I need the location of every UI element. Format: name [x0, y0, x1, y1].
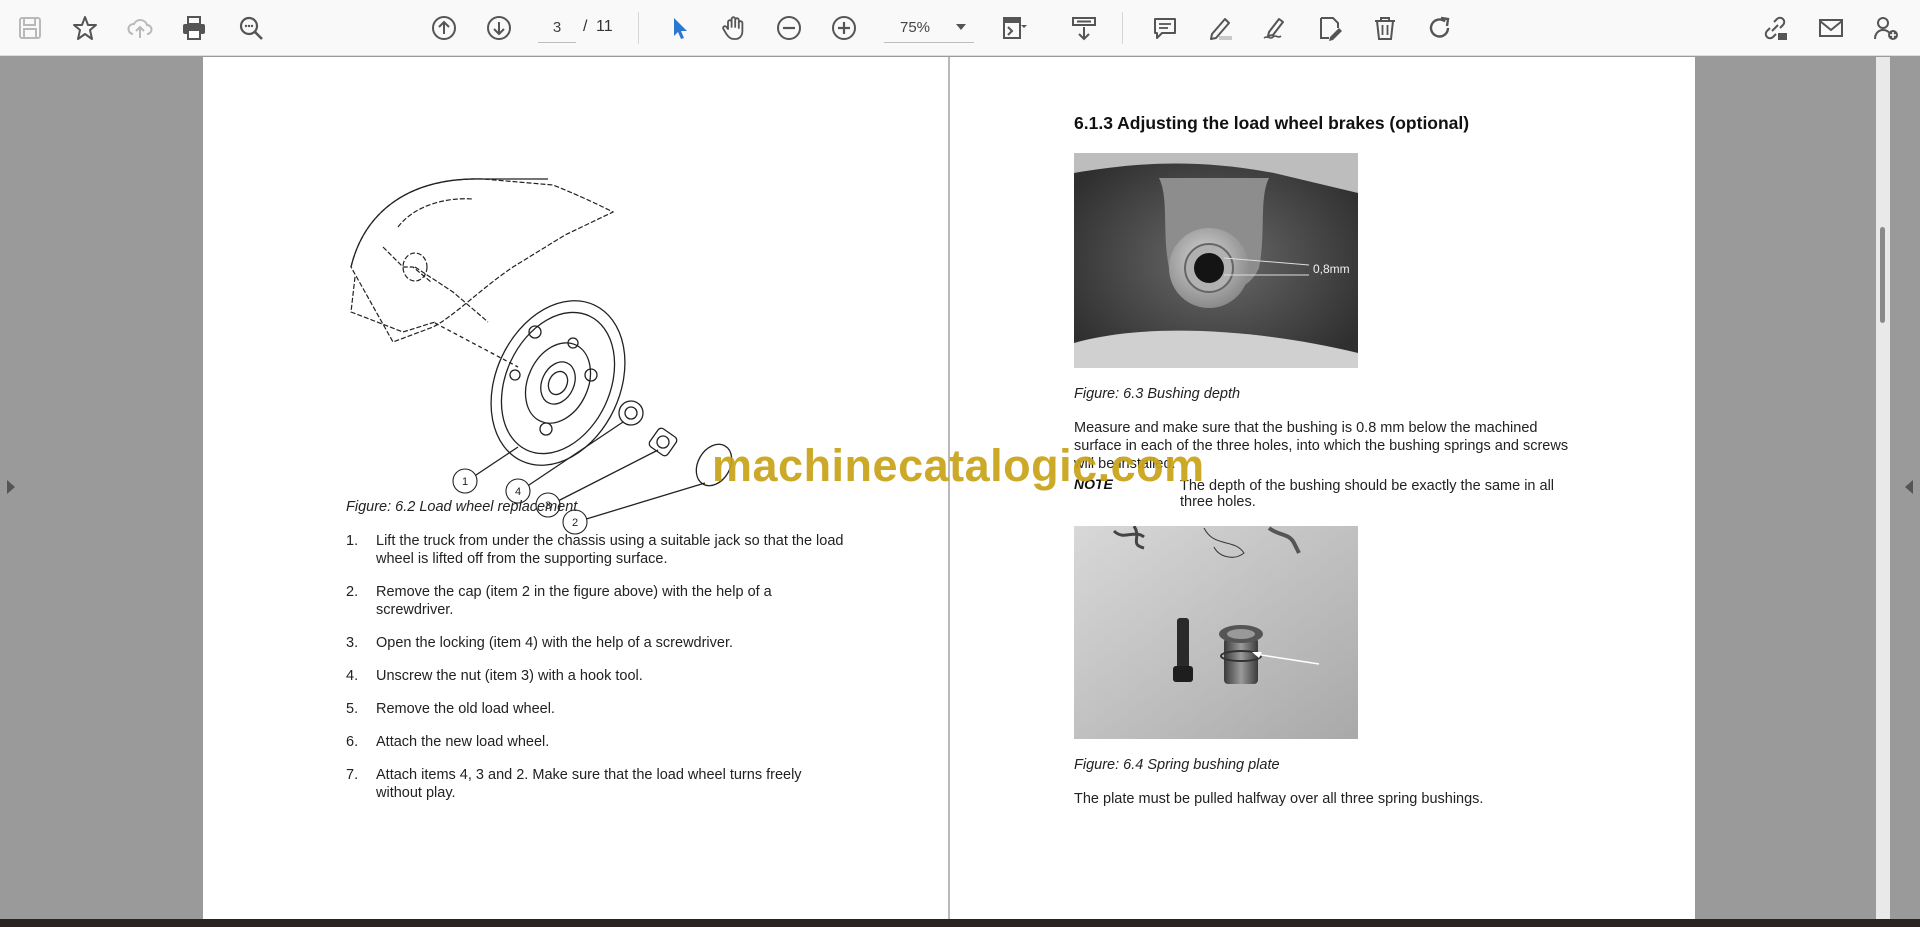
list-item: 5. Remove the old load wheel.	[346, 700, 846, 718]
list-item: 7. Attach items 4, 3 and 2. Make sure tha…	[346, 766, 846, 802]
hand-pan-icon[interactable]	[716, 10, 752, 46]
note-text: The depth of the bushing should be exact…	[1180, 478, 1555, 510]
page-down-icon[interactable]	[481, 10, 517, 46]
figure-caption: Figure: 6.2 Load wheel replacement	[346, 499, 578, 515]
page-up-icon[interactable]	[426, 10, 462, 46]
bushing-depth-photo: 0,8mm	[1074, 153, 1358, 368]
measurement-label: 0,8mm	[1313, 262, 1350, 276]
page-separator: /	[583, 18, 588, 35]
highlight-pen-icon[interactable]	[1202, 10, 1238, 46]
figure-caption-1: Figure: 6.3 Bushing depth	[1074, 386, 1241, 402]
share-link-icon[interactable]	[1757, 10, 1793, 46]
step-text: Remove the cap (item 2 in the figure abo…	[376, 584, 772, 618]
step-text: Attach the new load wheel.	[376, 734, 550, 750]
figure-caption-2: Figure: 6.4 Spring bushing plate	[1074, 757, 1280, 773]
list-item: 2. Remove the cap (item 2 in the figure a…	[346, 583, 846, 619]
step-number: 6.	[346, 734, 359, 750]
step-text: Attach items 4, 3 and 2. Make sure that …	[376, 767, 802, 801]
zoom-select[interactable]: 75%	[884, 13, 974, 43]
step-text: Remove the old load wheel.	[376, 701, 555, 717]
scrollbar-thumb[interactable]	[1880, 227, 1885, 323]
step-number: 1.	[346, 533, 359, 549]
taskbar-strip	[0, 919, 1920, 927]
list-item: 4. Unscrew the nut (item 3) with a hook t…	[346, 667, 846, 685]
callout-4: 4	[515, 486, 521, 498]
sign-pen-icon[interactable]	[1257, 10, 1293, 46]
step-number: 5.	[346, 701, 359, 717]
vertical-scrollbar[interactable]	[1876, 57, 1890, 919]
edit-icon[interactable]	[1312, 10, 1348, 46]
chevron-down-icon	[956, 24, 966, 30]
email-icon[interactable]	[1813, 10, 1849, 46]
step-text: Lift the truck from under the chassis us…	[376, 533, 844, 567]
toolbar-divider	[1122, 12, 1123, 44]
fit-page-icon[interactable]	[996, 10, 1032, 46]
paragraph-plate: The plate must be pulled halfway over al…	[1074, 791, 1484, 807]
print-icon[interactable]	[176, 10, 212, 46]
upload-cloud-icon[interactable]	[122, 10, 158, 46]
step-text: Unscrew the nut (item 3) with a hook too…	[376, 668, 643, 684]
list-item: 3. Open the locking (item 4) with the hel…	[346, 634, 846, 652]
step-number: 3.	[346, 635, 359, 651]
step-number: 2.	[346, 584, 359, 600]
section-heading: 6.1.3 Adjusting the load wheel brakes (o…	[1074, 113, 1470, 133]
rotate-icon[interactable]	[1422, 10, 1458, 46]
comment-icon[interactable]	[1147, 10, 1183, 46]
expand-left-panel-icon[interactable]	[7, 480, 15, 494]
page-number-input[interactable]	[538, 13, 576, 43]
expand-right-panel-icon[interactable]	[1905, 480, 1913, 494]
steps-list: 1. Lift the truck from under the chassis …	[346, 532, 846, 817]
step-number: 4.	[346, 668, 359, 684]
zoom-in-icon[interactable]	[826, 10, 862, 46]
delete-icon[interactable]	[1367, 10, 1403, 46]
select-cursor-icon[interactable]	[661, 10, 697, 46]
list-item: 6. Attach the new load wheel.	[346, 733, 846, 751]
list-item: 1. Lift the truck from under the chassis …	[346, 532, 846, 568]
callout-1: 1	[462, 476, 468, 488]
watermark: machinecatalogic.com	[712, 440, 1205, 491]
add-user-icon[interactable]	[1868, 10, 1904, 46]
zoom-value: 75%	[900, 19, 931, 36]
page-total: 11	[596, 18, 613, 35]
bookmark-star-icon[interactable]	[67, 10, 103, 46]
save-icon[interactable]	[12, 10, 48, 46]
find-zoom-icon[interactable]	[233, 10, 269, 46]
step-text: Open the locking (item 4) with the help …	[376, 635, 734, 651]
step-number: 7.	[346, 767, 359, 783]
callout-2: 2	[572, 517, 578, 529]
zoom-out-icon[interactable]	[771, 10, 807, 46]
spring-bushing-photo	[1074, 526, 1358, 739]
toolbar: / 11 75%	[0, 0, 1920, 56]
toolbar-divider	[638, 12, 639, 44]
scroll-mode-icon[interactable]	[1066, 10, 1102, 46]
